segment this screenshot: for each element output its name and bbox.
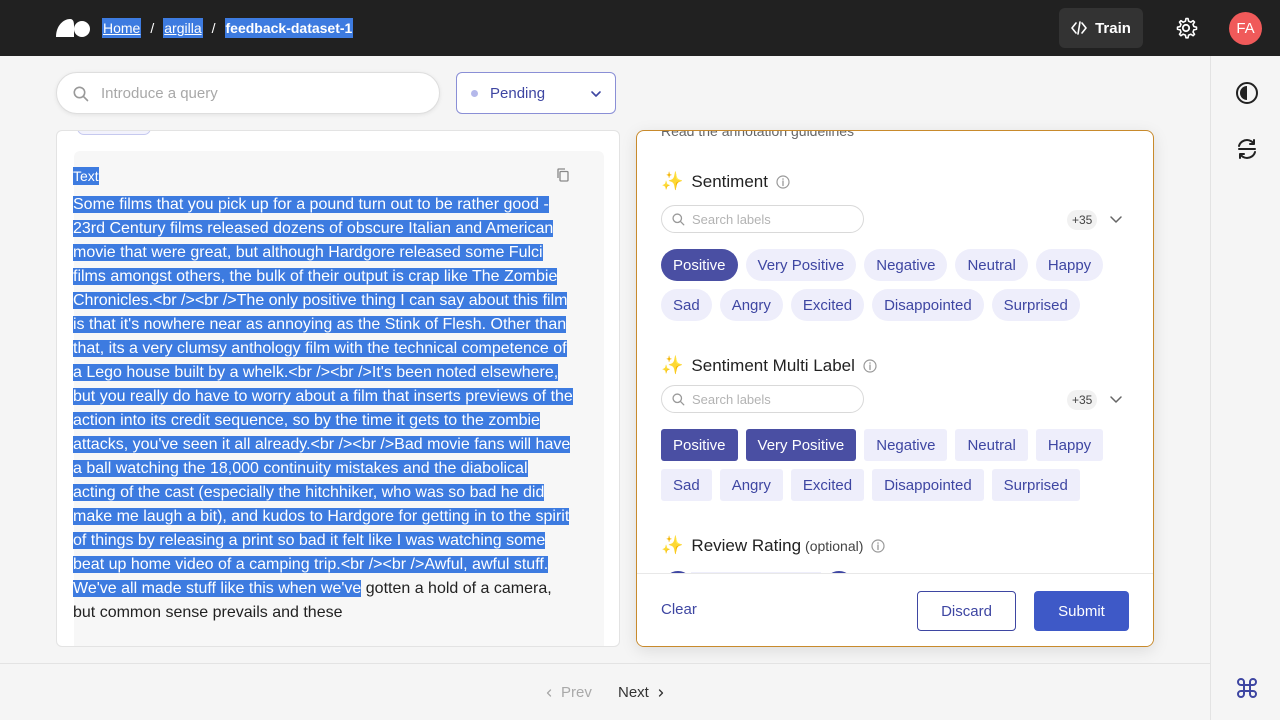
query-search-box[interactable] (56, 72, 440, 114)
chevron-down-icon (591, 91, 601, 97)
label-search-input[interactable] (692, 211, 852, 227)
label-chip-excited[interactable]: Excited (790, 289, 865, 321)
sparkles-icon: ✨ (661, 171, 684, 191)
record-status-tag (77, 131, 151, 135)
label-chip-surprised[interactable]: Surprised (991, 289, 1080, 321)
prev-label: Prev (561, 684, 592, 701)
breadcrumb-separator: / (211, 20, 216, 36)
settings-gear-icon[interactable] (1174, 16, 1198, 40)
copy-icon[interactable] (555, 167, 571, 183)
submit-button[interactable]: Submit (1034, 591, 1129, 631)
breadcrumb-home[interactable]: Home (102, 18, 142, 38)
command-icon[interactable] (1235, 676, 1259, 700)
question-title-text: Review Rating (691, 535, 802, 555)
prev-button[interactable]: Prev (545, 684, 592, 701)
label-chip-sad[interactable]: Sad (661, 289, 712, 321)
contrast-icon[interactable] (1235, 81, 1259, 105)
argilla-logo-icon[interactable] (56, 19, 90, 37)
sparkles-icon: ✨ (661, 535, 684, 555)
chevron-down-icon[interactable] (1109, 212, 1123, 226)
label-chip-very-positive[interactable]: Very Positive (745, 429, 857, 461)
right-sidebar (1210, 56, 1280, 720)
refresh-icon[interactable] (1235, 137, 1259, 161)
question-title-sentiment-multi-label: ✨ Sentiment Multi Label (661, 355, 877, 376)
search-icon (672, 213, 685, 226)
status-filter-value: Pending (490, 84, 546, 102)
label-chip-negative[interactable]: Negative (864, 429, 948, 461)
more-labels-count[interactable]: +35 (1067, 390, 1098, 410)
info-icon[interactable] (871, 538, 886, 553)
next-label: Next (618, 684, 649, 701)
label-chip-sad[interactable]: Sad (661, 469, 712, 501)
breadcrumb-workspace[interactable]: argilla (163, 18, 203, 38)
chevron-left-icon (546, 688, 552, 697)
label-chip-positive[interactable]: Positive (661, 429, 738, 461)
label-chip-very-positive[interactable]: Very Positive (745, 249, 857, 281)
record-panel: Text Some films that you pick up for a p… (56, 130, 620, 647)
label-chip-happy[interactable]: Happy (1035, 249, 1104, 281)
label-chip-excited[interactable]: Excited (790, 469, 865, 501)
breadcrumb: Home / argilla / feedback-dataset-1 (102, 18, 354, 38)
train-button[interactable]: Train (1059, 8, 1143, 48)
clear-button[interactable]: Clear (661, 601, 697, 618)
query-search-input[interactable] (101, 84, 421, 102)
next-button[interactable]: Next (618, 684, 665, 701)
question-title-text: Sentiment Multi Label (691, 355, 855, 375)
label-chip-positive[interactable]: Positive (661, 249, 738, 281)
field-title: Text (73, 167, 99, 185)
search-icon (73, 86, 89, 102)
pagination: Prev Next (0, 663, 1210, 720)
user-avatar[interactable]: FA (1229, 12, 1262, 45)
field-text-selected: Some films that you pick up for a pound … (73, 196, 573, 597)
chevron-down-icon[interactable] (1109, 392, 1123, 406)
discard-button[interactable]: Discard (917, 591, 1016, 631)
breadcrumb-dataset: feedback-dataset-1 (224, 18, 354, 38)
field-text: Some films that you pick up for a pound … (73, 193, 573, 625)
info-icon[interactable] (863, 358, 877, 373)
label-search-input[interactable] (692, 391, 852, 407)
info-icon[interactable] (776, 174, 790, 189)
breadcrumb-separator: / (150, 20, 155, 36)
more-labels-count[interactable]: +35 (1067, 210, 1098, 230)
label-chip-angry[interactable]: Angry (719, 289, 783, 321)
train-button-label: Train (1095, 19, 1131, 37)
question-title-sentiment: ✨ Sentiment (661, 171, 790, 192)
guidelines-link[interactable]: Read the annotation guidelines (661, 131, 854, 139)
sparkles-icon: ✨ (661, 355, 684, 375)
label-chip-negative[interactable]: Negative (864, 249, 948, 281)
label-search-box[interactable] (661, 205, 864, 233)
label-chip-disappointed[interactable]: Disappointed (872, 289, 984, 321)
label-chip-angry[interactable]: Angry (719, 469, 783, 501)
status-dot (471, 89, 478, 97)
code-icon (1071, 21, 1087, 35)
label-chip-neutral[interactable]: Neutral (955, 249, 1028, 281)
chevron-right-icon (658, 688, 663, 697)
label-chip-surprised[interactable]: Surprised (991, 469, 1080, 501)
search-icon (672, 393, 685, 406)
label-chips-sentiment-multi-label: Positive Very Positive Negative Neutral Happ… (661, 429, 1131, 501)
label-chip-happy[interactable]: Happy (1035, 429, 1104, 461)
label-search-box[interactable] (661, 385, 864, 413)
label-chip-neutral[interactable]: Neutral (955, 429, 1028, 461)
question-title-review-rating: ✨ Review Rating (optional) (661, 535, 886, 556)
optional-tag: (optional) (805, 537, 864, 554)
question-title-text: Sentiment (691, 171, 768, 191)
annotation-panel: Read the annotation guidelines ✨ Sentime… (636, 130, 1154, 647)
label-chips-sentiment: Positive Very Positive Negative Neutral Happ… (661, 249, 1131, 321)
label-chip-disappointed[interactable]: Disappointed (872, 469, 984, 501)
top-bar: Home / argilla / feedback-dataset-1 Trai… (0, 0, 1280, 56)
annotation-footer: Clear Discard Submit (637, 573, 1153, 646)
status-filter-dropdown[interactable]: Pending (456, 72, 616, 114)
